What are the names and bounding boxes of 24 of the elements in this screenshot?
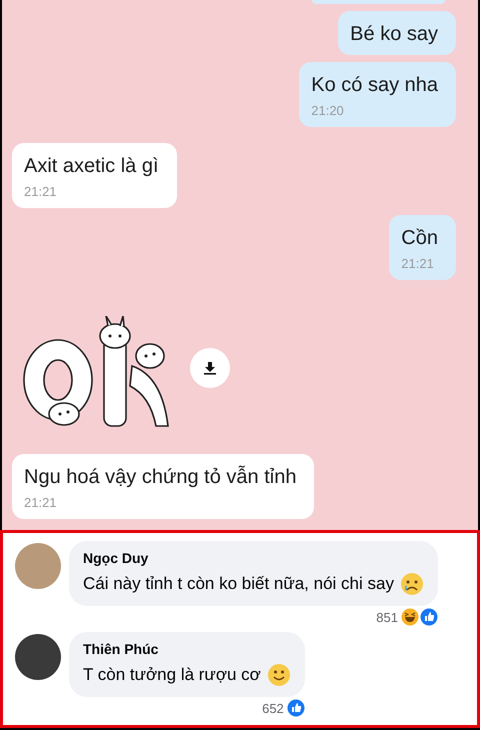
- message-text: Axit axetic là gì: [24, 155, 159, 178]
- smile-emoji-icon: [266, 663, 291, 687]
- like-reaction-icon: [420, 608, 438, 626]
- download-icon: [203, 361, 217, 375]
- message-time: 21:21: [24, 495, 58, 510]
- avatar: [15, 634, 61, 680]
- message-time: 21:20: [311, 103, 345, 118]
- comment-text: Cái này tỉnh t còn ko biết nữa, nói chi say: [83, 574, 394, 594]
- avatar: [15, 543, 61, 589]
- message-text: Bé ko say: [350, 23, 438, 46]
- download-button[interactable]: [190, 348, 230, 388]
- message-time: 21:21: [24, 184, 58, 199]
- like-reaction-icon: [286, 699, 305, 717]
- reaction-count[interactable]: 851: [376, 610, 398, 624]
- message-text: Ngu hoá vậy chứng tỏ vẫn tỉnh: [24, 466, 296, 489]
- commenter-name[interactable]: Thiên Phúc: [83, 641, 291, 657]
- crying-emoji-icon: [400, 572, 424, 596]
- comment-text: T còn tưởng là rượu cơ: [83, 665, 261, 685]
- message-time: 21:21: [401, 256, 435, 271]
- message-text: Ko có say nha: [311, 74, 438, 97]
- laughing-reaction-icon: [400, 608, 419, 626]
- reaction-count[interactable]: 652: [262, 700, 284, 716]
- message-text: Cồn: [401, 227, 438, 250]
- commenter-name[interactable]: Ngọc Duy: [83, 550, 424, 566]
